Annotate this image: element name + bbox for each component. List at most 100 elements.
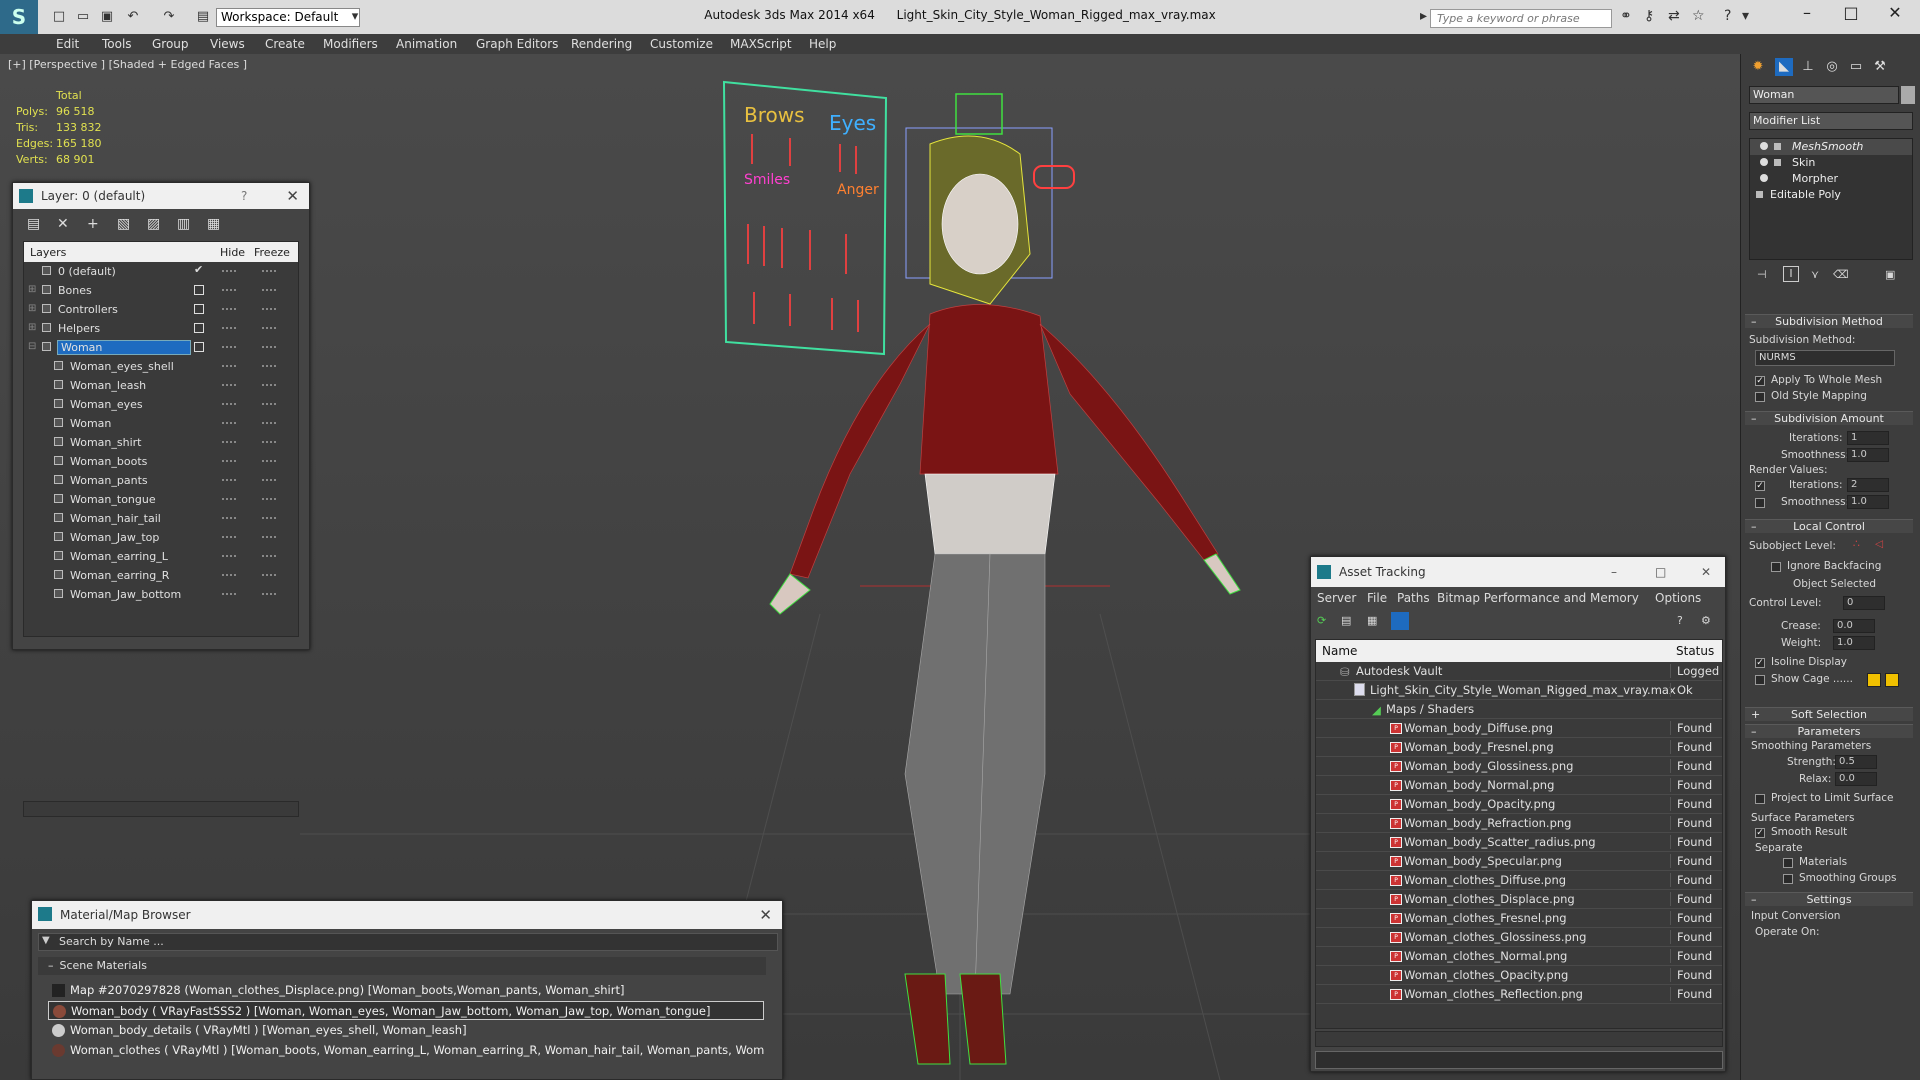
material-item-selected[interactable]: Woman_body ( VRayFastSSS2 ) [Woman, Woma… <box>48 1001 764 1020</box>
rollout-subdivision-amount[interactable]: – Subdivision Amount <box>1745 411 1913 425</box>
make-unique-icon[interactable]: ⋎ <box>1811 268 1819 281</box>
layer-object-row[interactable]: Woman_tongue <box>24 490 298 509</box>
add-to-layer-icon[interactable]: + <box>87 216 99 232</box>
menu-modifiers[interactable]: Modifiers <box>323 37 378 51</box>
rollout-soft-selection[interactable]: + Soft Selection <box>1745 707 1913 721</box>
facial-rig-board[interactable]: Brows Eyes Smiles Anger <box>722 80 888 356</box>
layer-object-row[interactable]: Woman_hair_tail <box>24 509 298 528</box>
layer-object-row[interactable]: Woman_boots <box>24 452 298 471</box>
asset-row[interactable]: Light_Skin_City_Style_Woman_Rigged_max_v… <box>1316 681 1722 700</box>
ignore-backfacing-checkbox[interactable] <box>1771 562 1781 572</box>
freeze-toggle[interactable] <box>262 498 276 500</box>
layer-window-titlebar[interactable]: Layer: 0 (default) ? ✕ <box>13 183 309 209</box>
asset-row[interactable]: P Woman_clothes_Glossiness.png Found <box>1316 928 1722 947</box>
menu-edit[interactable]: Edit <box>56 37 79 51</box>
freeze-toggle[interactable] <box>262 479 276 481</box>
layer-object-row[interactable]: Woman_eyes_shell <box>24 357 298 376</box>
hide-toggle[interactable] <box>222 403 236 405</box>
column-layers[interactable]: Layers <box>30 246 66 259</box>
asset-row[interactable]: P Woman_clothes_Displace.png Found <box>1316 890 1722 909</box>
layer-object-row[interactable]: Woman_Jaw_bottom <box>24 585 298 604</box>
hide-toggle[interactable] <box>222 536 236 538</box>
undo-icon[interactable]: ↶ <box>124 8 142 26</box>
cage-color-swatch[interactable] <box>1867 673 1881 687</box>
pin-stack-icon[interactable]: ⊣ <box>1757 268 1767 281</box>
separate-materials-checkbox[interactable] <box>1783 858 1793 868</box>
asset-menu-options[interactable]: Options <box>1655 591 1701 605</box>
stack-item-morpher[interactable]: Morpher <box>1750 171 1912 187</box>
modifier-list-dropdown[interactable]: Modifier List <box>1749 112 1913 130</box>
minimize-button[interactable]: – <box>1792 3 1822 22</box>
render-iterations-checkbox[interactable]: ✓ <box>1755 481 1765 491</box>
asset-row[interactable]: P Woman_body_Specular.png Found <box>1316 852 1722 871</box>
current-layer-checkbox[interactable] <box>194 285 204 295</box>
asset-row[interactable]: P Woman_body_Opacity.png Found <box>1316 795 1722 814</box>
layer-object-row[interactable]: Woman_eyes <box>24 395 298 414</box>
expand-icon[interactable]: ⊞ <box>28 284 36 295</box>
horizontal-scrollbar[interactable] <box>1315 1031 1723 1047</box>
hide-toggle[interactable] <box>222 346 236 348</box>
menu-views[interactable]: Views <box>210 37 245 51</box>
refresh-icon[interactable]: ⟳ <box>1317 614 1326 627</box>
show-end-result-icon[interactable]: I <box>1783 266 1799 282</box>
asset-menu-server[interactable]: Server <box>1317 591 1356 605</box>
hide-toggle[interactable] <box>222 289 236 291</box>
rollout-local-control[interactable]: – Local Control <box>1745 519 1913 533</box>
material-item[interactable]: Map #2070297828 (Woman_clothes_Displace.… <box>48 981 764 1000</box>
relax-spinner[interactable]: 0.0 <box>1835 772 1877 786</box>
render-smoothness-spinner[interactable]: 1.0 <box>1847 495 1889 509</box>
asset-menu-paths[interactable]: Paths <box>1397 591 1430 605</box>
asset-window-titlebar[interactable]: Asset Tracking – □ ✕ <box>1311 557 1725 587</box>
freeze-toggle[interactable] <box>262 574 276 576</box>
freeze-toggle[interactable] <box>262 593 276 595</box>
minimize-button[interactable]: – <box>1611 557 1617 587</box>
freeze-toggle[interactable] <box>262 422 276 424</box>
hide-toggle[interactable] <box>222 574 236 576</box>
asset-row[interactable]: P Woman_body_Diffuse.png Found <box>1316 719 1722 738</box>
hide-toggle[interactable] <box>222 327 236 329</box>
close-window-button[interactable]: ✕ <box>1880 3 1910 22</box>
workspace-dropdown[interactable]: Workspace: Default <box>216 8 360 27</box>
asset-row[interactable]: P Woman_body_Glossiness.png Found <box>1316 757 1722 776</box>
layer-row-selected[interactable]: ⊟ Woman <box>24 338 298 357</box>
rollout-settings[interactable]: – Settings <box>1745 892 1913 906</box>
stack-item-skin[interactable]: Skin <box>1750 155 1912 171</box>
freeze-all-icon[interactable]: ▦ <box>207 216 220 232</box>
hide-toggle[interactable] <box>222 517 236 519</box>
hide-toggle[interactable] <box>222 460 236 462</box>
delete-layer-icon[interactable]: ✕ <box>57 216 69 232</box>
column-hide[interactable]: Hide <box>220 246 245 259</box>
material-window-titlebar[interactable]: Material/Map Browser ✕ <box>32 901 782 929</box>
menu-animation[interactable]: Animation <box>396 37 457 51</box>
asset-path-field[interactable] <box>1315 1051 1723 1069</box>
expand-arrow-icon[interactable]: ▸ <box>1420 8 1427 24</box>
asset-row[interactable]: ⛁ Autodesk Vault Logged O <box>1316 662 1722 681</box>
menu-group[interactable]: Group <box>152 37 189 51</box>
open-file-icon[interactable]: ▭ <box>74 8 92 26</box>
asset-menu-file[interactable]: File <box>1367 591 1387 605</box>
close-icon[interactable]: ✕ <box>1701 557 1711 587</box>
display-tab-icon[interactable]: ▭ <box>1847 58 1865 76</box>
hide-toggle[interactable] <box>222 270 236 272</box>
freeze-toggle[interactable] <box>262 555 276 557</box>
checkmark-icon[interactable]: ✔ <box>194 263 203 276</box>
expand-icon[interactable] <box>1756 191 1763 198</box>
asset-row[interactable]: P Woman_body_Scatter_radius.png Found <box>1316 833 1722 852</box>
utilities-tab-icon[interactable]: ⚒ <box>1871 58 1889 76</box>
rollout-subdivision-method[interactable]: – Subdivision Method <box>1745 314 1913 328</box>
layer-object-row[interactable]: Woman_earring_R <box>24 566 298 585</box>
redo-icon[interactable]: ↷ <box>160 8 178 26</box>
material-search-input[interactable]: Search by Name ... <box>38 933 778 951</box>
hide-toggle[interactable] <box>222 441 236 443</box>
smooth-result-checkbox[interactable]: ✓ <box>1755 828 1765 838</box>
project-folder-icon[interactable]: ▤ <box>194 8 212 26</box>
object-name-field[interactable]: Woman <box>1749 86 1899 104</box>
close-icon[interactable]: ✕ <box>286 183 299 209</box>
create-layer-icon[interactable]: ▤ <box>27 216 40 232</box>
layer-object-row[interactable]: Woman <box>24 414 298 433</box>
asset-row[interactable]: P Woman_clothes_Normal.png Found <box>1316 947 1722 966</box>
menu-help[interactable]: Help <box>809 37 836 51</box>
freeze-toggle[interactable] <box>262 270 276 272</box>
key-icon[interactable]: ⚷ <box>1644 8 1654 24</box>
motion-tab-icon[interactable]: ◎ <box>1823 58 1841 76</box>
